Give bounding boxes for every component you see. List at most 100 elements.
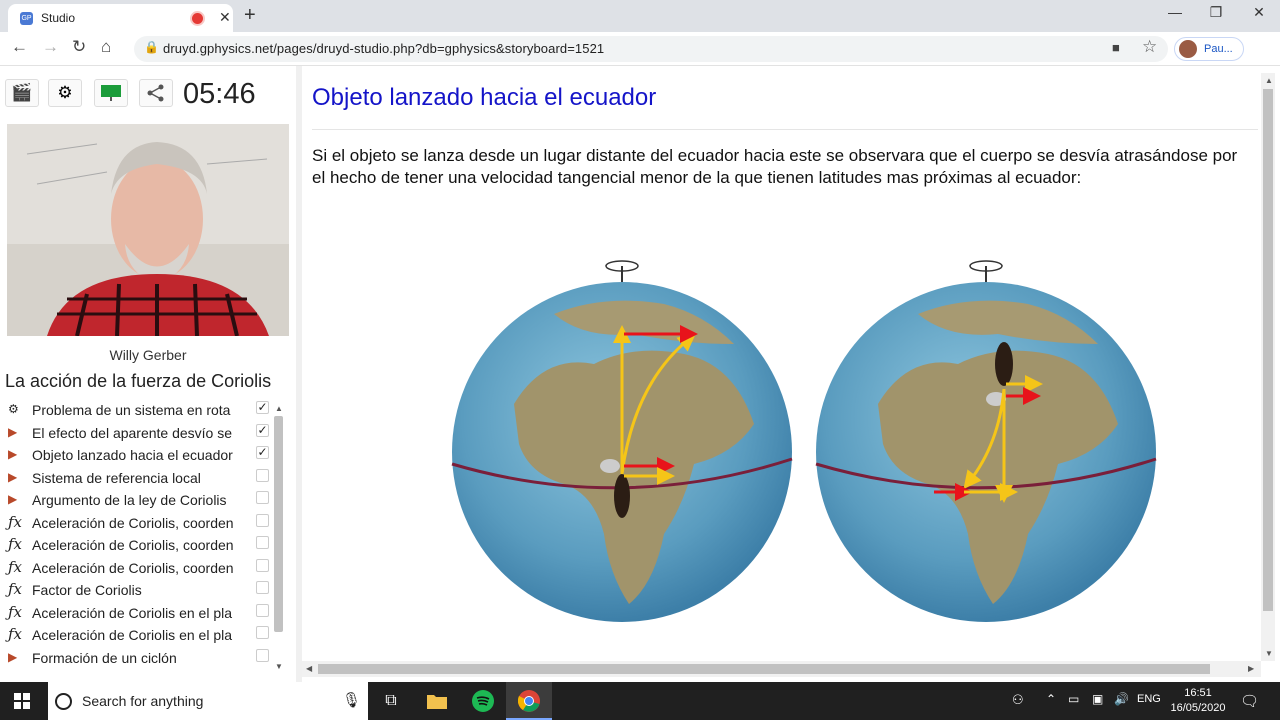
lesson-list-item[interactable]: ƒx Aceleración de Coriolis, coorden: [5, 534, 271, 557]
lesson-list-item[interactable]: ƒx Aceleración de Coriolis en el pla: [5, 624, 271, 647]
fx-icon: ƒx: [8, 625, 23, 643]
content-paragraph: Si el objeto se lanza desde un lugar dis…: [312, 146, 1238, 187]
file-explorer-button[interactable]: [414, 682, 460, 720]
browser-tab[interactable]: GP Studio ✕: [8, 4, 233, 32]
lesson-item-checkbox[interactable]: ✓: [256, 446, 269, 459]
lesson-list-item[interactable]: ▶ Sistema de referencia local: [5, 467, 271, 490]
content-pane: Objeto lanzado hacia el ecuador Si el ob…: [302, 66, 1261, 661]
taskbar-clock[interactable]: 16:51 16/05/2020: [1168, 686, 1228, 716]
lesson-list-item[interactable]: ƒx Aceleración de Coriolis, coorden: [5, 557, 271, 580]
notifications-icon[interactable]: 🗨: [1240, 692, 1259, 710]
language-indicator[interactable]: ENG: [1137, 693, 1161, 705]
windows-start-icon[interactable]: [14, 693, 30, 709]
volume-icon[interactable]: 🔊: [1114, 692, 1129, 706]
people-icon[interactable]: ⚇: [1012, 692, 1024, 708]
close-window-button[interactable]: ✕: [1244, 4, 1274, 21]
lesson-item-checkbox[interactable]: [256, 626, 269, 639]
reload-button[interactable]: ↻: [72, 37, 86, 57]
lesson-list-item[interactable]: ƒx Aceleración de Coriolis en el pla: [5, 602, 271, 625]
content-vertical-scrollbar[interactable]: ▲ ▼: [1261, 73, 1275, 661]
media-icon: ▶: [8, 424, 18, 439]
chrome-button[interactable]: [506, 682, 552, 720]
left-globe: [451, 260, 793, 622]
chrome-icon: [517, 690, 540, 712]
lesson-list: ⚙ Problema de un sistema en rota ✓ ▶ El efec…: [5, 399, 271, 669]
content-vertical-scroll-thumb[interactable]: [1263, 89, 1273, 611]
clapperboard-button[interactable]: 🎬: [5, 79, 39, 107]
close-tab-icon[interactable]: ✕: [219, 9, 231, 26]
bookmark-star-icon[interactable]: ☆: [1142, 37, 1157, 57]
tab-strip: GP Studio ✕ + — ❐ ✕: [0, 0, 1280, 32]
content-horizontal-scrollbar[interactable]: ◀ ▶: [302, 661, 1261, 677]
taskbar-search-box[interactable]: Search for anything 🎙: [48, 682, 368, 720]
device-icon[interactable]: ▭: [1068, 692, 1079, 706]
fx-icon: ƒx: [8, 535, 23, 553]
lesson-item-label: Aceleración de Coriolis, coorden: [32, 559, 234, 576]
share-button[interactable]: [139, 79, 173, 107]
media-icon: ▶: [8, 649, 18, 664]
lesson-item-label: Argumento de la ley de Coriolis: [32, 492, 227, 508]
film-reel-button[interactable]: ⚙: [48, 79, 82, 107]
microphone-icon[interactable]: 🎙: [342, 691, 361, 709]
lesson-list-item[interactable]: ▶ El efecto del aparente desvío se ✓: [5, 422, 271, 445]
lesson-item-label: Aceleración de Coriolis en el pla: [32, 627, 232, 643]
fx-icon: ƒx: [8, 512, 23, 531]
film-reel-icon: ⚙: [8, 402, 19, 416]
profile-button[interactable]: Pau...: [1174, 37, 1244, 61]
network-icon[interactable]: ▣: [1092, 692, 1103, 706]
profile-name: Pau...: [1204, 43, 1233, 55]
lesson-list-item[interactable]: ▶ Formación de un ciclón: [5, 647, 271, 670]
whiteboard-icon: [101, 85, 121, 101]
lesson-list-item[interactable]: ⚙ Problema de un sistema en rota ✓: [5, 399, 271, 422]
lesson-item-label: El efecto del aparente desvío se: [32, 424, 233, 441]
lesson-list-scroll-thumb[interactable]: [274, 416, 283, 632]
lesson-item-label: Objeto lanzado hacia el ecuador: [32, 447, 233, 463]
title-divider: [312, 129, 1258, 130]
lesson-item-checkbox[interactable]: ✓: [256, 423, 269, 437]
camera-icon[interactable]: ■: [1112, 40, 1120, 55]
right-globe: [815, 260, 1157, 622]
lesson-list-item[interactable]: ƒx Aceleración de Coriolis, coorden: [5, 512, 271, 535]
minimize-button[interactable]: —: [1160, 4, 1190, 20]
forward-button[interactable]: →: [42, 37, 59, 57]
lesson-item-checkbox[interactable]: [256, 603, 269, 617]
presenter-video-frame: [7, 124, 289, 336]
tab-title: Studio: [41, 11, 76, 25]
share-icon: [147, 84, 164, 102]
media-icon: ▶: [8, 492, 18, 506]
lesson-item-checkbox[interactable]: [256, 536, 269, 549]
recording-indicator-icon: [192, 13, 203, 24]
timer: 05:46: [183, 78, 256, 110]
back-button[interactable]: ←: [11, 37, 28, 57]
presenter-name: Willy Gerber: [109, 347, 187, 363]
lesson-item-checkbox[interactable]: ✓: [256, 401, 269, 414]
lesson-list-scrollbar[interactable]: ▲ ▼: [272, 402, 286, 674]
spotify-button[interactable]: [460, 682, 506, 720]
lesson-list-item[interactable]: ▶ Objeto lanzado hacia el ecuador ✓: [5, 444, 271, 467]
new-tab-button[interactable]: +: [244, 4, 256, 27]
whiteboard-button[interactable]: [94, 79, 128, 107]
lesson-item-checkbox[interactable]: [256, 468, 269, 482]
show-hidden-icons-icon[interactable]: ⌃: [1046, 692, 1056, 706]
lesson-list-item[interactable]: ƒx Factor de Coriolis: [5, 579, 271, 602]
url-text: druyd.gphysics.net/pages/druyd-studio.ph…: [163, 41, 605, 56]
lesson-item-label: Factor de Coriolis: [32, 582, 142, 598]
lesson-item-checkbox[interactable]: [256, 513, 269, 527]
lesson-item-checkbox[interactable]: [256, 491, 269, 504]
folder-icon: [427, 695, 447, 709]
content-horizontal-scroll-thumb[interactable]: [318, 664, 1210, 674]
lesson-item-checkbox[interactable]: [256, 648, 269, 662]
lock-icon: 🔒: [144, 40, 159, 54]
maximize-button[interactable]: ❐: [1201, 4, 1231, 21]
address-bar[interactable]: 🔒 druyd.gphysics.net/pages/druyd-studio.…: [134, 36, 1168, 62]
lesson-item-label: Formación de un ciclón: [32, 649, 177, 666]
task-view-button[interactable]: ⧉: [368, 682, 414, 720]
windows-taskbar: Search for anything 🎙 ⧉ ⚇ ⌃ ▭ ▣ 🔊 ENG 16…: [0, 682, 1280, 720]
presenter-video[interactable]: [7, 124, 289, 336]
avatar: [1179, 40, 1197, 58]
lesson-item-checkbox[interactable]: [256, 558, 269, 572]
home-button[interactable]: ⌂: [101, 37, 111, 57]
lesson-item-checkbox[interactable]: [256, 581, 269, 594]
lesson-list-item[interactable]: ▶ Argumento de la ley de Coriolis: [5, 489, 271, 512]
coriolis-globes-figure: [451, 260, 1157, 622]
